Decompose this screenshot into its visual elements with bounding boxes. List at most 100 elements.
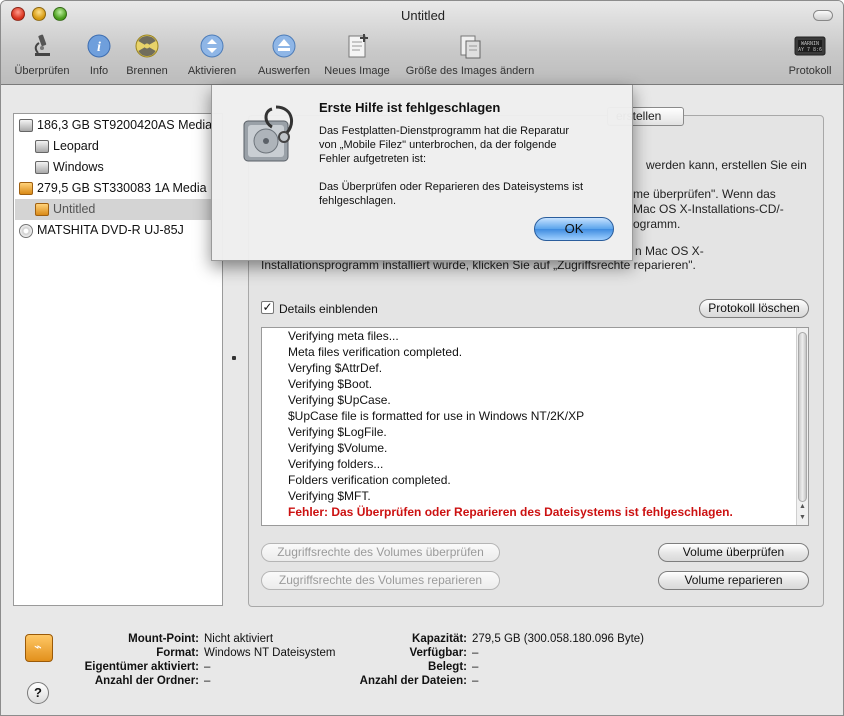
new-image-icon	[344, 33, 370, 59]
log-line: Verifying $MFT.	[288, 489, 371, 503]
dialog-message-line: Fehler aufgetreten ist:	[319, 153, 427, 165]
new-image-toolbar-label: Neues Image	[324, 65, 390, 77]
verify-volume-button[interactable]: Volume überprüfen	[658, 543, 809, 562]
burn-icon	[134, 33, 160, 59]
log-scrollbar[interactable]: ▲ ▼	[796, 328, 808, 525]
sidebar-item-label: Windows	[53, 160, 104, 174]
svg-text:i: i	[97, 40, 101, 55]
log-line: Verifying meta files...	[288, 329, 399, 343]
help-button[interactable]: ?	[27, 682, 49, 704]
available-label: Verfügbar:	[409, 647, 467, 659]
info-toolbar-button[interactable]: i Info	[84, 33, 114, 77]
dialog-title: Erste Hilfe ist fehlgeschlagen	[319, 100, 501, 115]
mount-toolbar-label: Aktivieren	[187, 65, 237, 77]
split-view-handle[interactable]	[232, 356, 236, 360]
owners-enabled-value: –	[204, 661, 211, 673]
sidebar-item-label: Untitled	[53, 202, 96, 216]
scroll-down-arrow-icon[interactable]: ▼	[799, 514, 806, 521]
log-scroll-thumb[interactable]	[798, 332, 807, 502]
log-output[interactable]: Verifying meta files... Meta files verif…	[261, 327, 809, 526]
sidebar-item-label: MATSHITA DVD-R UJ-85J	[37, 223, 184, 237]
window-title: Untitled	[400, 8, 446, 23]
resize-image-icon	[457, 33, 483, 59]
external-disk-icon	[19, 182, 33, 196]
burn-toolbar-button[interactable]: Brennen	[123, 33, 171, 77]
resize-image-toolbar-label: Größe des Images ändern	[405, 65, 535, 77]
dialog-message-line: Das Festplatten-Dienstprogramm hat die R…	[319, 125, 570, 137]
sidebar-item-label: Leopard	[53, 139, 99, 153]
sidebar-item-untitled[interactable]: Untitled	[15, 199, 221, 220]
show-details-label: Details einblenden	[279, 302, 378, 316]
mount-point-value: Nicht aktiviert	[204, 633, 274, 645]
microscope-icon	[29, 33, 55, 59]
capacity-label: Kapazität:	[412, 633, 467, 645]
info-text-line: Mac OS X-Installations-CD/-	[633, 202, 784, 216]
available-value: –	[472, 647, 479, 659]
used-value: –	[472, 661, 479, 673]
repair-volume-button[interactable]: Volume reparieren	[658, 571, 809, 590]
dialog-message-line: Das Überprüfen oder Reparieren des Datei…	[319, 181, 584, 193]
log-line: Verifying $UpCase.	[288, 393, 391, 407]
info-text-line: werden kann, erstellen Sie ein	[646, 158, 807, 172]
sidebar-item-dvd[interactable]: MATSHITA DVD-R UJ-85J	[15, 220, 221, 241]
file-count-value: –	[472, 675, 479, 687]
info-toolbar-label: Info	[89, 65, 109, 77]
scroll-up-arrow-icon[interactable]: ▲	[799, 503, 806, 510]
eject-icon	[271, 33, 297, 59]
log-line: Veryfing $AttrDef.	[288, 361, 383, 375]
verify-toolbar-button[interactable]: Überprüfen	[11, 33, 73, 77]
info-text-line: me überprüfen". Wenn das	[633, 187, 776, 201]
owners-enabled-label: Eigentümer aktiviert:	[84, 661, 199, 673]
error-sheet-dialog: Erste Hilfe ist fehlgeschlagen Das Festp…	[211, 85, 633, 261]
info-text-line: n Mac OS X-	[635, 244, 704, 258]
info-text-line: ogramm.	[633, 217, 681, 231]
folder-count-value: –	[204, 675, 211, 687]
folder-count-label: Anzahl der Ordner:	[94, 675, 199, 687]
external-volume-icon	[35, 203, 49, 217]
dialog-message-line: fehlgeschlagen.	[319, 195, 397, 207]
log-icon: WARNIN AY 7 8:6	[794, 33, 826, 59]
clear-log-button[interactable]: Protokoll löschen	[699, 299, 809, 318]
ok-button[interactable]: OK	[534, 217, 614, 241]
burn-toolbar-label: Brennen	[126, 65, 168, 77]
eject-toolbar-button[interactable]: Auswerfen	[253, 33, 315, 77]
optical-disc-icon	[19, 223, 33, 238]
volume-icon	[35, 140, 49, 154]
disk-utility-window: Untitled Überprüfen i Info Brennen Aktiv…	[0, 0, 844, 716]
verify-toolbar-label: Überprüfen	[14, 65, 70, 77]
log-toolbar-button[interactable]: WARNIN AY 7 8:6 Protokoll	[785, 33, 835, 77]
mount-point-label: Mount-Point:	[128, 633, 199, 645]
repair-permissions-button[interactable]: Zugriffsrechte des Volumes reparieren	[261, 571, 500, 590]
file-count-label: Anzahl der Dateien:	[359, 675, 467, 687]
verify-permissions-button[interactable]: Zugriffsrechte des Volumes überprüfen	[261, 543, 500, 562]
new-image-toolbar-button[interactable]: Neues Image	[321, 33, 393, 77]
log-line: Folders verification completed.	[288, 473, 451, 487]
log-toolbar-label: Protokoll	[788, 65, 832, 77]
titlebar-toolbar: Untitled Überprüfen i Info Brennen Aktiv…	[1, 1, 843, 85]
volume-icon	[35, 161, 49, 175]
sidebar-item-leopard[interactable]: Leopard	[15, 136, 221, 157]
log-line: Verifying $Volume.	[288, 441, 388, 455]
log-line: Verifying $LogFile.	[288, 425, 387, 439]
log-line: Verifying folders...	[288, 457, 384, 471]
dialog-message-line: von „Mobile Filez" unterbrochen, da der …	[319, 139, 557, 151]
sidebar-item-label: 279,5 GB ST330083 1A Media	[37, 181, 207, 195]
mount-icon	[199, 33, 225, 59]
sidebar-item-disk-2[interactable]: 279,5 GB ST330083 1A Media	[15, 178, 221, 199]
format-label: Format:	[156, 647, 199, 659]
sidebar-item-disk-1[interactable]: 186,3 GB ST9200420AS Media	[15, 115, 221, 136]
capacity-value: 279,5 GB (300.058.180.096 Byte)	[472, 633, 644, 645]
sidebar-item-windows[interactable]: Windows	[15, 157, 221, 178]
format-value: Windows NT Dateisystem	[204, 647, 336, 659]
log-error-line: Fehler: Das Überprüfen oder Reparieren d…	[288, 505, 733, 519]
sidebar-item-label: 186,3 GB ST9200420AS Media	[37, 118, 213, 132]
log-line: $UpCase file is formatted for use in Win…	[288, 409, 585, 423]
show-details-checkbox[interactable]: ✓	[261, 301, 274, 314]
resize-image-toolbar-button[interactable]: Größe des Images ändern	[401, 33, 539, 77]
disk-utility-icon	[236, 101, 302, 167]
log-line: Verifying $Boot.	[288, 377, 373, 391]
mount-toolbar-button[interactable]: Aktivieren	[183, 33, 241, 77]
eject-toolbar-label: Auswerfen	[258, 65, 310, 77]
disk-list-sidebar: 186,3 GB ST9200420AS Media Leopard Windo…	[13, 113, 223, 606]
toolbar-toggle-button[interactable]	[813, 10, 833, 21]
